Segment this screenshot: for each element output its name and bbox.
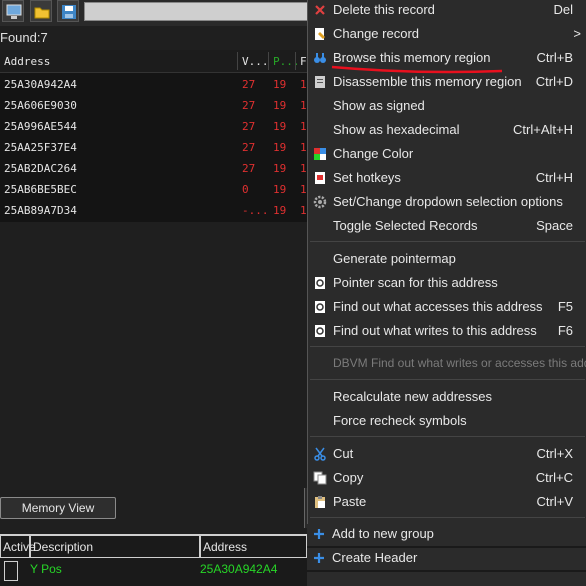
menu-item-find-what-accesses[interactable]: Find out what accesses this address F5 (308, 297, 586, 319)
plus-icon (314, 553, 324, 563)
menu-item-delete-record[interactable]: Delete this record Del (308, 0, 586, 22)
context-menu-bottom (307, 572, 586, 586)
hotkeys-icon (315, 172, 325, 184)
empty-panel-area (0, 222, 310, 490)
menu-item-find-what-writes[interactable]: Find out what writes to this address F6 (308, 321, 586, 343)
progress-bar (84, 2, 310, 21)
scan-results-list[interactable]: Address V... P... F 25A30A942A4 27 19 1 … (0, 50, 310, 222)
active-checkbox[interactable] (4, 561, 18, 581)
menu-separator (310, 379, 585, 380)
menu-item-create-header[interactable]: Create Header (307, 548, 586, 570)
context-menu: Delete this record Del Change record > B… (307, 0, 586, 534)
delete-x-icon (315, 5, 325, 15)
column-first[interactable]: F (300, 55, 307, 68)
cut-icon (314, 447, 326, 461)
result-row[interactable]: 25A996AE544 27 19 1 (0, 116, 310, 137)
menu-item-pointer-scan[interactable]: Pointer scan for this address (308, 273, 586, 295)
found-count: Found:7 (0, 30, 48, 45)
menu-separator (310, 436, 585, 437)
find-access-icon (315, 301, 325, 313)
toolbar (0, 0, 310, 26)
menu-separator (310, 346, 585, 347)
pointer-scan-icon (315, 277, 325, 289)
result-row[interactable]: 25AA25F37E4 27 19 1 (0, 137, 310, 158)
open-folder-icon[interactable] (30, 0, 52, 22)
column-active[interactable]: Active (0, 535, 36, 558)
menu-item-force-recheck-symbols[interactable]: Force recheck symbols (308, 411, 586, 433)
result-row[interactable]: 25A606E9030 27 19 1 (0, 95, 310, 116)
menu-item-copy[interactable]: Copy Ctrl+C (308, 468, 586, 490)
menu-item-show-as-hexadecimal[interactable]: Show as hexadecimal Ctrl+Alt+H (308, 120, 586, 142)
menu-item-change-color[interactable]: Change Color (308, 144, 586, 166)
copy-icon (313, 471, 327, 485)
menu-separator (310, 517, 585, 518)
menu-separator (310, 241, 585, 242)
result-row[interactable]: 25AB6BE5BEC 0 19 1 (0, 179, 310, 200)
menu-item-cut[interactable]: Cut Ctrl+X (308, 444, 586, 466)
color-palette-icon (314, 148, 326, 160)
menu-item-paste[interactable]: Paste Ctrl+V (308, 492, 586, 514)
plus-icon (314, 529, 324, 539)
column-address[interactable]: Address (200, 535, 307, 558)
binoculars-icon (314, 53, 326, 63)
result-row[interactable]: 25AB2DAC264 27 19 1 (0, 158, 310, 179)
menu-item-set-hotkeys[interactable]: Set hotkeys Ctrl+H (308, 168, 586, 190)
change-record-icon (315, 28, 325, 40)
find-writes-icon (315, 325, 325, 337)
results-header: Address V... P... F (0, 50, 310, 73)
memory-view-button[interactable]: Memory View (0, 497, 116, 519)
column-description[interactable]: Description (30, 535, 200, 558)
column-address[interactable]: Address (4, 55, 50, 68)
menu-item-toggle-selected-records[interactable]: Toggle Selected Records Space (308, 216, 586, 238)
disassemble-icon (315, 76, 325, 88)
menu-item-recalculate-addresses[interactable]: Recalculate new addresses (308, 387, 586, 409)
annotation-underline (331, 65, 503, 74)
save-icon[interactable] (57, 0, 79, 22)
column-value[interactable]: V... (242, 55, 269, 68)
row-address[interactable]: 25A30A942A4 (200, 562, 277, 576)
menu-item-add-to-new-group[interactable]: Add to new group (307, 524, 586, 546)
gear-icon (313, 195, 327, 209)
menu-item-change-record[interactable]: Change record > (308, 24, 586, 46)
menu-item-show-as-signed[interactable]: Show as signed (308, 96, 586, 118)
result-row[interactable]: 25A30A942A4 27 19 1 (0, 74, 310, 95)
menu-item-dbvm-find: DBVM Find out what writes or accesses th… (333, 356, 586, 370)
row-description[interactable]: Y Pos (30, 562, 62, 576)
menu-item-dropdown-options[interactable]: Set/Change dropdown selection options (308, 192, 586, 214)
computer-icon[interactable] (2, 0, 24, 22)
paste-icon (315, 496, 325, 508)
menu-item-generate-pointermap[interactable]: Generate pointermap (308, 249, 586, 271)
result-row[interactable]: 25AB89A7D34 -... 19 1 (0, 200, 310, 221)
